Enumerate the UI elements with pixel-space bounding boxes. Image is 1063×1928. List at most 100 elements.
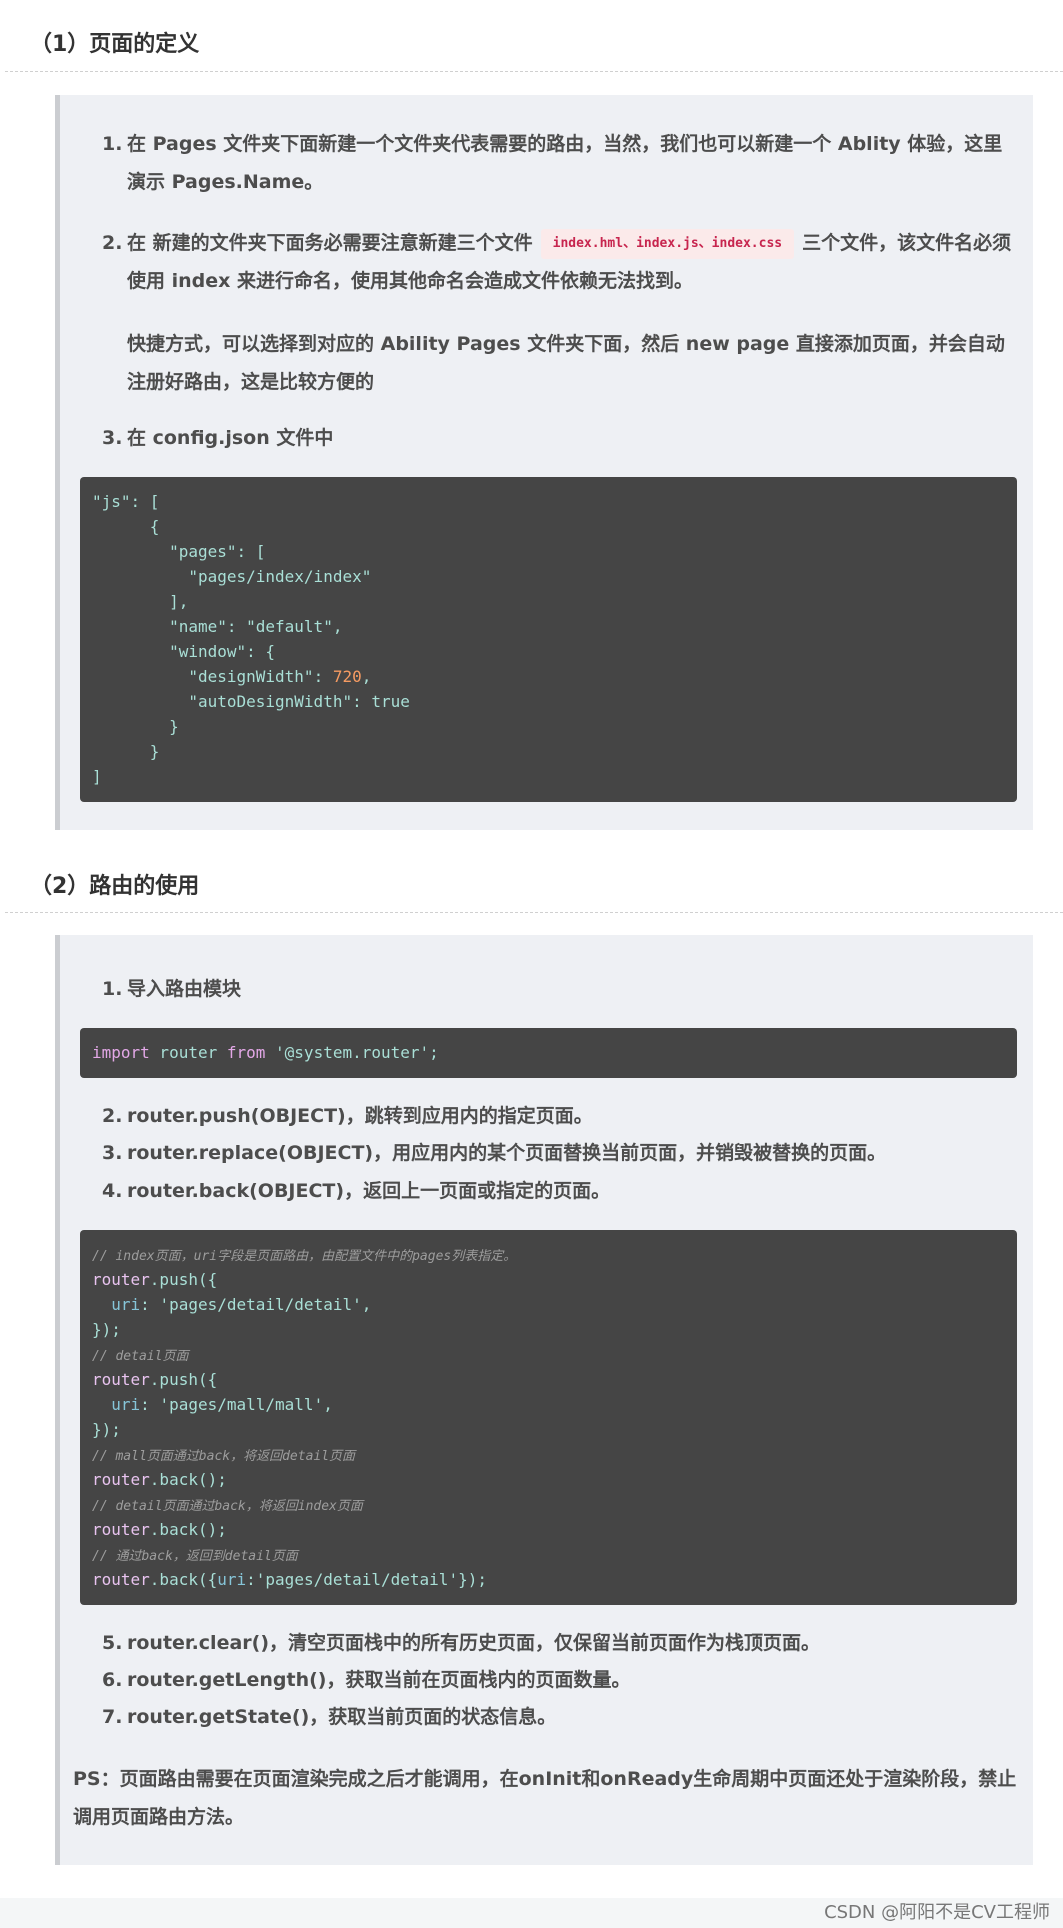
list-number: 5.	[102, 1632, 123, 1654]
inline-code: index.hml、index.js、index.css	[540, 229, 795, 259]
code-block-import: import router from '@system.router';	[80, 1028, 1017, 1078]
code-line: router.push({	[92, 1267, 1005, 1292]
code-token: .back({	[149, 1570, 218, 1589]
list-item-text: router.clear()，清空页面栈中的所有历史页面，仅保留当前页面作为栈顶…	[127, 1632, 821, 1654]
code-token: .back();	[149, 1520, 227, 1539]
code-token: .push({	[149, 1270, 218, 1289]
list-number: 3.	[102, 1142, 123, 1164]
code-token: "default"	[246, 617, 333, 636]
code-token: "autoDesignWidth"	[92, 692, 353, 711]
list-item-text-before: 在 新建的文件夹下面务必需要注意新建三个文件	[127, 232, 533, 254]
code-block-router-examples: // index页面，uri字段是页面路由，由配置文件中的pages列表指定。 r…	[80, 1230, 1017, 1605]
code-line: router.push({	[92, 1367, 1005, 1392]
code-token: uri	[217, 1570, 247, 1589]
list-number: 1.	[102, 978, 123, 1000]
list-item: 2. 在 新建的文件夹下面务必需要注意新建三个文件 index.hml、index…	[102, 224, 1017, 300]
csdn-watermark: CSDN @阿阳不是CV工程师	[824, 1902, 1050, 1923]
code-line: uri: 'pages/detail/detail',	[92, 1292, 1005, 1317]
list-item-text: router.replace(OBJECT)，用应用内的某个页面替换当前页面，并…	[127, 1142, 887, 1164]
code-token: :	[226, 617, 247, 636]
code-line: ],	[92, 589, 1005, 614]
code-token: ;	[429, 1043, 439, 1062]
shortcut-note: 快捷方式，可以选择到对应的 Ability Pages 文件夹下面，然后 new…	[127, 333, 1005, 393]
code-token: router	[92, 1370, 150, 1389]
code-token: 'pages/detail/detail'	[255, 1570, 459, 1589]
code-line: uri: 'pages/mall/mall',	[92, 1392, 1005, 1417]
code-token: ,	[361, 1295, 372, 1314]
code-line: "pages": [	[92, 539, 1005, 564]
list-number: 3.	[102, 427, 123, 449]
code-line: });	[92, 1317, 1005, 1342]
code-line: // mall页面通过back，将返回detail页面	[92, 1442, 1005, 1467]
code-token: "pages/index/index"	[92, 567, 372, 586]
code-token: ,	[361, 667, 372, 686]
code-line: });	[92, 1417, 1005, 1442]
list-number: 7.	[102, 1706, 123, 1728]
code-token: '@system.router'	[275, 1043, 430, 1062]
list-item-text: router.push(OBJECT)，跳转到应用内的指定页面。	[127, 1105, 593, 1127]
code-token: }	[92, 742, 160, 761]
code-token: .back();	[149, 1470, 227, 1489]
section-heading-router-usage: （2）路由的使用	[30, 874, 200, 899]
code-line: "autoDesignWidth": true	[92, 689, 1005, 714]
blockquote-page-definition-body: 1. 在 Pages 文件夹下面新建一个文件夹代表需要的路由，当然，我们也可以新…	[55, 95, 1033, 830]
code-token: uri	[92, 1395, 141, 1414]
code-token: :	[246, 1570, 256, 1589]
code-line: "js": [	[92, 489, 1005, 514]
list-item-text: 导入路由模块	[127, 978, 242, 1000]
heading-divider	[5, 71, 1063, 72]
code-token: ]	[92, 767, 102, 786]
code-token: // detail页面通过back，将返回index页面	[92, 1499, 363, 1514]
code-token: :	[313, 667, 333, 686]
code-token: router	[92, 1470, 150, 1489]
code-token: }	[92, 717, 179, 736]
code-token: });	[458, 1570, 487, 1589]
code-block-config-json: "js": [ { "pages": [ "pages/index/index"…	[80, 477, 1017, 802]
code-token: :	[352, 692, 372, 711]
list-number: 2.	[102, 232, 123, 254]
code-line: }	[92, 739, 1005, 764]
code-line: router.back();	[92, 1467, 1005, 1492]
code-token: router	[92, 1570, 150, 1589]
code-token: 'pages/mall/mall'	[159, 1395, 324, 1414]
list-item: 4. router.back(OBJECT)，返回上一页面或指定的页面。	[102, 1172, 1017, 1210]
code-line: "window": {	[92, 639, 1005, 664]
code-token: :	[140, 1295, 160, 1314]
list-item-text: 在 Pages 文件夹下面新建一个文件夹代表需要的路由，当然，我们也可以新建一个…	[127, 133, 1003, 193]
list-item: 7. router.getState()，获取当前页面的状态信息。	[102, 1698, 1017, 1736]
code-line: // detail页面通过back，将返回index页面	[92, 1492, 1005, 1517]
list-item-text: router.getState()，获取当前页面的状态信息。	[127, 1706, 557, 1728]
code-token: "window"	[92, 642, 247, 661]
code-line: "pages/index/index"	[92, 564, 1005, 589]
code-token: : [	[236, 542, 266, 561]
code-token: });	[92, 1420, 121, 1439]
code-token: "js"	[92, 492, 131, 511]
code-token: // 通过back，返回到detail页面	[92, 1549, 298, 1564]
code-token: ,	[332, 617, 343, 636]
code-line: }	[92, 714, 1005, 739]
blockquote-router-usage: 1. 导入路由模块 import router from '@system.ro…	[55, 935, 1033, 1865]
code-token: :	[140, 1395, 160, 1414]
code-token: router	[92, 1270, 150, 1289]
code-line: router.back({uri:'pages/detail/detail'})…	[92, 1567, 1005, 1592]
list-number: 6.	[102, 1669, 123, 1691]
code-token: });	[92, 1320, 121, 1339]
list-item-text: 在 config.json 文件中	[127, 427, 334, 449]
code-token: // index页面，uri字段是页面路由，由配置文件中的pages列表指定。	[92, 1249, 517, 1264]
code-token: "pages"	[92, 542, 237, 561]
list-item: 5. router.clear()，清空页面栈中的所有历史页面，仅保留当前页面作…	[102, 1624, 1017, 1662]
code-token: router	[92, 1520, 150, 1539]
list-item: 2. router.push(OBJECT)，跳转到应用内的指定页面。	[102, 1097, 1017, 1135]
code-line: router.back();	[92, 1517, 1005, 1542]
list-item-text: router.back(OBJECT)，返回上一页面或指定的页面。	[127, 1180, 611, 1202]
code-token: "name"	[92, 617, 227, 636]
code-token: : {	[246, 642, 276, 661]
list-item-text: router.getLength()，获取当前在页面栈内的页面数量。	[127, 1669, 631, 1691]
code-token: router	[149, 1043, 227, 1062]
list-number: 1.	[102, 133, 123, 155]
code-token: true	[371, 692, 410, 711]
code-token: : [	[130, 492, 160, 511]
code-token: uri	[92, 1295, 141, 1314]
code-line: // 通过back，返回到detail页面	[92, 1542, 1005, 1567]
